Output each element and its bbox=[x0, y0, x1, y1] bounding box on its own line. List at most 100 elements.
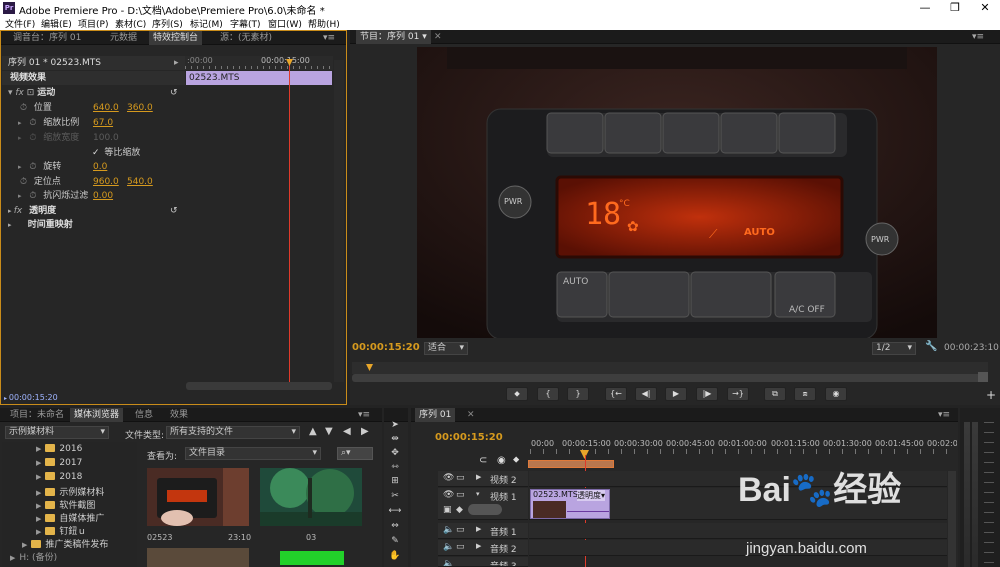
restore-button[interactable]: ❐ bbox=[940, 0, 970, 16]
tab-audio-mixer[interactable]: 调音台：序列 01 bbox=[9, 31, 85, 45]
mark-out-button[interactable]: } bbox=[567, 387, 589, 401]
menu-clip[interactable]: 素材(C) bbox=[115, 17, 146, 30]
program-zoom-bar[interactable] bbox=[352, 374, 988, 382]
minimize-button[interactable]: — bbox=[910, 0, 940, 16]
rolling-edit-tool-icon[interactable]: ⇿ bbox=[387, 461, 403, 473]
track-header-video2[interactable]: 👁 ▭ ▶ 视频 2 bbox=[438, 471, 528, 487]
stopwatch-icon[interactable]: ⏱ bbox=[29, 118, 36, 128]
anchor-y-value[interactable]: 540.0 bbox=[127, 175, 153, 189]
timeline-vertical-scrollbar[interactable] bbox=[948, 471, 956, 567]
marker-icon[interactable]: ⬥ bbox=[513, 455, 519, 465]
expand-arrow-icon[interactable]: ▸ bbox=[174, 56, 179, 70]
fx-icon[interactable]: fx bbox=[15, 88, 24, 98]
tree-item[interactable]: ▶ 自媒体推广 bbox=[36, 511, 104, 524]
work-area-bar[interactable] bbox=[528, 460, 614, 468]
tab-sequence[interactable]: 序列 01 bbox=[415, 408, 456, 422]
tree-item[interactable]: ▶ 2016 bbox=[36, 444, 82, 454]
menu-sequence[interactable]: 序列(S) bbox=[152, 17, 183, 30]
timeline-ruler-ticks[interactable] bbox=[530, 449, 950, 454]
close-icon[interactable]: ✕ bbox=[430, 30, 446, 44]
program-video-frame[interactable]: 18 °C ✿ ⟋ AUTO PWR PWR AUTO A/C OFF bbox=[417, 47, 937, 338]
fx-icon[interactable]: fx bbox=[14, 206, 23, 216]
drive-dropdown[interactable]: 示例媒材料 ▾ bbox=[5, 426, 109, 439]
hand-tool-icon[interactable]: ✋ bbox=[387, 550, 403, 562]
add-button-icon[interactable]: + bbox=[986, 388, 996, 402]
expand-arrow-icon[interactable]: ▸ bbox=[18, 192, 22, 200]
menu-help[interactable]: 帮助(H) bbox=[308, 17, 340, 30]
reset-icon[interactable]: ↺ bbox=[170, 204, 178, 218]
pen-tool-icon[interactable]: ✎ bbox=[387, 535, 403, 547]
panel-menu-icon[interactable]: ▾≡ bbox=[323, 31, 335, 45]
time-remap-row[interactable]: ▸ 时间重映射 bbox=[8, 218, 73, 232]
menu-marker[interactable]: 标记(M) bbox=[190, 17, 223, 30]
view-as-dropdown[interactable]: 文件目录 ▾ bbox=[185, 447, 321, 460]
track-select-tool-icon[interactable]: ⇹ bbox=[387, 433, 403, 445]
go-to-out-button[interactable]: →} bbox=[727, 387, 749, 401]
panel-menu-icon[interactable]: ▾≡ bbox=[358, 408, 370, 422]
tab-effect-controls[interactable]: 特效控制台 bbox=[149, 31, 203, 45]
tab-project[interactable]: 项目：未命名 bbox=[6, 408, 68, 422]
tree-item-selected[interactable]: ▶ 示例媒材料 bbox=[36, 485, 104, 498]
tree-item[interactable]: ▶ 2018 bbox=[36, 472, 82, 482]
ripple-edit-tool-icon[interactable]: ✥ bbox=[387, 447, 403, 459]
lift-button[interactable]: ⧉ bbox=[764, 387, 786, 401]
selection-tool-icon[interactable]: ➤ bbox=[387, 419, 403, 431]
anchor-x-value[interactable]: 960.0 bbox=[93, 175, 119, 189]
checkbox-checked-icon[interactable]: ✓ bbox=[92, 148, 100, 158]
position-y-value[interactable]: 360.0 bbox=[127, 101, 153, 115]
track-lane-audio2[interactable] bbox=[529, 540, 947, 556]
arrow-down-icon[interactable]: ▼ bbox=[325, 426, 333, 437]
effect-playhead[interactable] bbox=[289, 60, 290, 382]
tab-source[interactable]: 源：(无素材) bbox=[216, 31, 276, 45]
track-header-audio2[interactable]: 🔈 ▭ ▶ 音频 2 bbox=[438, 540, 528, 556]
effect-current-time[interactable]: ▸ 00:00:15:20 bbox=[4, 393, 58, 402]
menu-file[interactable]: 文件(F) bbox=[5, 17, 35, 30]
menu-window[interactable]: 窗口(W) bbox=[268, 17, 302, 30]
tab-info[interactable]: 信息 bbox=[131, 408, 157, 422]
slip-tool-icon[interactable]: ⟷ bbox=[387, 505, 403, 517]
timeline-timecode[interactable]: 00:00:15:20 bbox=[435, 432, 503, 443]
tree-item[interactable]: ▶ 软件截图 bbox=[36, 498, 95, 511]
effect-clip-bar[interactable]: 02523.MTS bbox=[186, 71, 332, 85]
fit-dropdown[interactable]: 适合 ▾ bbox=[424, 342, 468, 355]
track-header-audio3[interactable]: 🔈 音频 3 bbox=[438, 557, 528, 567]
add-marker-button[interactable]: ⬥ bbox=[506, 387, 528, 401]
menu-project[interactable]: 项目(P) bbox=[78, 17, 108, 30]
position-x-value[interactable]: 640.0 bbox=[93, 101, 119, 115]
wrench-icon[interactable]: 🔧 bbox=[925, 341, 937, 352]
rate-stretch-tool-icon[interactable]: ⊞ bbox=[387, 475, 403, 487]
track-lane-audio1[interactable] bbox=[529, 523, 947, 539]
tab-media-browser[interactable]: 媒体浏览器 bbox=[70, 408, 124, 422]
search-field[interactable]: ⌕▾ bbox=[337, 447, 373, 460]
motion-row[interactable]: ▾ fx ⊡ 运动 bbox=[8, 86, 184, 100]
go-to-in-button[interactable]: {← bbox=[605, 387, 627, 401]
track-header-audio1[interactable]: 🔈 ▭ ▶ 音频 1 bbox=[438, 523, 528, 539]
tree-item[interactable]: ▶ 推广类稿件发布 bbox=[22, 537, 108, 550]
quality-dropdown[interactable]: 1/2 ▾ bbox=[872, 342, 916, 355]
menu-title[interactable]: 字幕(T) bbox=[230, 17, 261, 30]
expand-arrow-icon[interactable]: ▸ bbox=[18, 163, 22, 171]
close-icon[interactable]: ✕ bbox=[463, 408, 479, 422]
timeline-clip[interactable]: 02523.MTS 透明度▾ bbox=[530, 489, 610, 519]
stopwatch-icon[interactable]: ⏱ bbox=[20, 103, 27, 113]
stopwatch-icon[interactable]: ⏱ bbox=[29, 191, 36, 201]
tree-item[interactable]: ▶ 2017 bbox=[36, 458, 82, 468]
arrow-up-icon[interactable]: ▲ bbox=[309, 426, 317, 437]
filetype-dropdown[interactable]: 所有支持的文件 ▾ bbox=[166, 426, 300, 439]
reset-icon[interactable]: ↺ bbox=[170, 86, 178, 100]
thumbnail-green[interactable] bbox=[280, 551, 344, 565]
tree-item-drive[interactable]: ▶ H: (备份) bbox=[10, 550, 57, 563]
tree-item[interactable]: ▶ 钉鈕ｕ bbox=[36, 524, 86, 537]
export-frame-button[interactable]: ◉ bbox=[825, 387, 847, 401]
slide-tool-icon[interactable]: ⇔ bbox=[387, 520, 403, 532]
mark-in-button[interactable]: { bbox=[537, 387, 559, 401]
extract-button[interactable]: ⧈ bbox=[794, 387, 816, 401]
forward-arrow-icon[interactable]: ▶ bbox=[361, 426, 369, 437]
step-back-button[interactable]: ◀| bbox=[635, 387, 657, 401]
stopwatch-icon[interactable]: ⏱ bbox=[20, 177, 27, 187]
zoom-handle[interactable] bbox=[978, 372, 988, 382]
effect-vertical-scrollbar[interactable] bbox=[334, 60, 344, 382]
antiflicker-value[interactable]: 0.00 bbox=[93, 189, 113, 203]
rotation-value[interactable]: 0.0 bbox=[93, 160, 107, 174]
opacity-row[interactable]: ▸ fx 透明度 bbox=[8, 204, 56, 218]
